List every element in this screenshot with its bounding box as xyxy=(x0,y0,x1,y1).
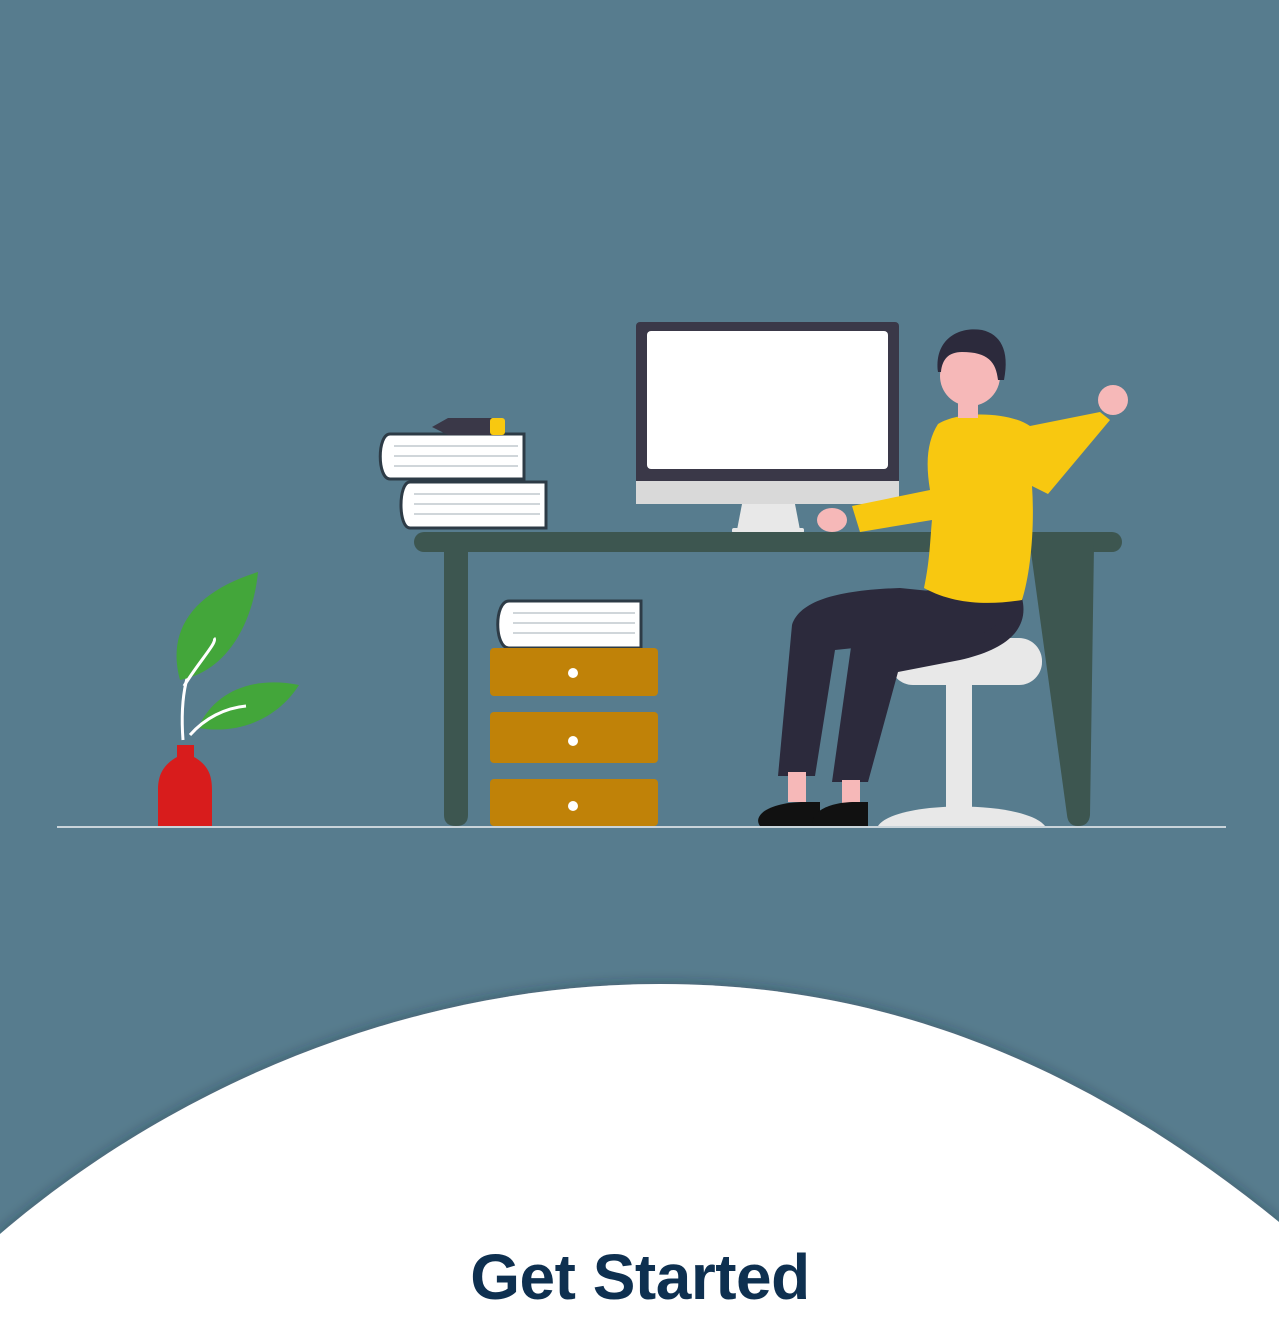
book-stack-icon xyxy=(378,432,548,530)
workspace-illustration xyxy=(57,322,1226,828)
potted-plant-icon xyxy=(158,572,299,826)
monitor-icon xyxy=(636,322,899,533)
pen-icon xyxy=(432,418,505,435)
drawer-cabinet-icon xyxy=(490,599,658,826)
onboarding-screen: Get Started xyxy=(0,0,1279,1334)
get-started-label: Get Started xyxy=(470,1241,810,1313)
get-started-button[interactable]: Get Started xyxy=(340,1232,940,1322)
